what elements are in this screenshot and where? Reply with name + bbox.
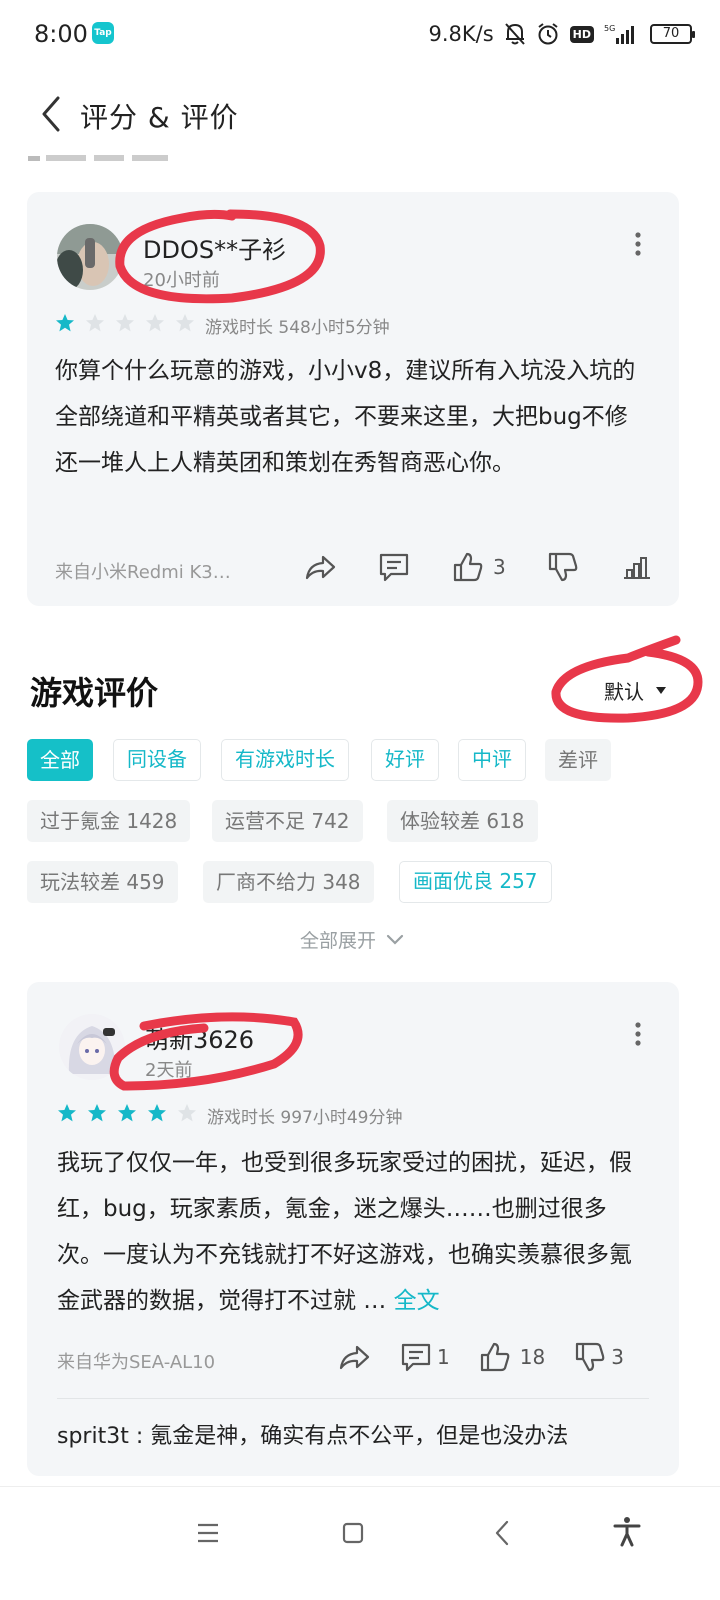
review-text[interactable]: 你算个什么玩意的游戏，小小v8，建议所有入坑没入坑的全部绕道和平精英或者其它，不…	[55, 348, 645, 486]
tag-chip[interactable]: 厂商不给力 348	[203, 861, 374, 903]
network-speed: 9.8K/s	[428, 22, 494, 46]
play-time: 游戏时长 548小时5分钟	[205, 318, 390, 338]
star-filled-icon	[88, 1104, 106, 1122]
review-text[interactable]: 我玩了仅仅一年，也受到很多玩家受过的困扰，延迟，假红，bug，玩家素质，氪金，迷…	[57, 1140, 647, 1324]
device-source: 来自华为SEA-AL10	[57, 1352, 216, 1373]
filter-chip-play-time[interactable]: 有游戏时长	[221, 739, 349, 781]
like-count: 18	[519, 1345, 546, 1369]
hd-icon: HD	[569, 25, 594, 43]
tag-chip[interactable]: 过于氪金 1428	[27, 800, 191, 842]
share-icon[interactable]	[337, 1340, 371, 1374]
comment-icon	[401, 1343, 431, 1372]
tag-chip[interactable]: 运营不足 742	[212, 800, 363, 842]
star-empty-icon	[178, 1104, 196, 1122]
review-body: 我玩了仅仅一年，也受到很多玩家受过的困扰，延迟，假红，bug，玩家素质，氪金，迷…	[57, 1150, 632, 1314]
review-card-featured[interactable]: DDOS**子衫 20小时前 游戏时长 548小时5分钟 你算个什么玩意的游戏，…	[27, 192, 679, 606]
share-icon[interactable]	[303, 550, 337, 584]
star-empty-icon	[146, 314, 164, 332]
filter-chip-positive[interactable]: 好评	[371, 739, 439, 781]
status-bar: 8:00 Tap 9.8K/s HD 5G 70	[0, 0, 720, 68]
review-time: 20小时前	[143, 270, 220, 291]
tag-chip[interactable]: 玩法较差 459	[27, 861, 178, 903]
thumbs-down-icon	[576, 1342, 605, 1372]
mute-bell-icon	[504, 23, 525, 45]
review-actions: 1 18 3	[337, 1340, 624, 1374]
star-filled-icon	[118, 1104, 136, 1122]
filter-chip-all[interactable]: 全部	[27, 739, 93, 781]
play-time: 游戏时长 997小时49分钟	[207, 1108, 403, 1128]
back-icon[interactable]	[487, 1517, 519, 1549]
alarm-clock-icon	[538, 23, 558, 45]
star-rating	[57, 1103, 197, 1123]
star-empty-icon	[116, 314, 134, 332]
expand-all-button[interactable]: 全部展开	[300, 926, 404, 953]
status-icons: 9.8K/s HD 5G 70	[428, 20, 695, 48]
star-filled-icon	[56, 314, 74, 332]
battery-icon: 70	[650, 24, 695, 44]
accessibility-icon[interactable]	[611, 1515, 643, 1547]
signal-5g-icon: 5G	[604, 24, 634, 44]
reply-username[interactable]: sprit3t	[57, 1424, 129, 1449]
review-time: 2天前	[145, 1060, 193, 1081]
scrolled-content-edge	[28, 155, 168, 161]
thumbs-up-icon	[453, 552, 483, 582]
svg-text:5G: 5G	[604, 24, 615, 33]
filter-chip-neutral[interactable]: 中评	[458, 739, 526, 781]
sort-dropdown[interactable]: 默认	[604, 676, 666, 705]
comment-button[interactable]: 1	[399, 1340, 450, 1374]
username[interactable]: DDOS**子衫	[143, 230, 286, 265]
divider	[57, 1398, 649, 1399]
like-button[interactable]: 3	[451, 550, 506, 584]
device-source: 来自小米Redmi K3…	[55, 562, 231, 583]
reply-text: 氪金是神，确实有点不公平，但是也没办法	[150, 1424, 569, 1449]
expand-all-label: 全部展开	[300, 930, 377, 952]
star-filled-icon	[148, 1104, 166, 1122]
full-text-link[interactable]: 全文	[394, 1288, 440, 1314]
thumbs-down-icon[interactable]	[546, 550, 580, 584]
like-button[interactable]: 18	[478, 1340, 545, 1374]
review-actions: 3	[303, 550, 654, 584]
star-empty-icon	[86, 314, 104, 332]
thumbs-up-icon	[480, 1342, 510, 1372]
status-time: 8:00	[34, 20, 88, 48]
star-filled-icon	[58, 1104, 76, 1122]
avatar[interactable]	[57, 224, 123, 290]
tap-app-icon: Tap	[92, 22, 114, 44]
reply-preview[interactable]: sprit3t : 氪金是神，确实有点不公平，但是也没办法	[57, 1418, 568, 1450]
top-bar: 评分 & 评价	[0, 80, 720, 150]
section-title: 游戏评价	[30, 674, 159, 712]
sort-label: 默认	[604, 680, 644, 704]
star-empty-icon	[176, 314, 194, 332]
caret-down-icon	[656, 687, 666, 694]
username[interactable]: 萌新3626	[145, 1020, 254, 1055]
back-arrow-icon[interactable]	[36, 94, 68, 134]
avatar[interactable]	[59, 1014, 125, 1080]
like-count: 3	[493, 555, 506, 579]
home-square-icon[interactable]	[337, 1517, 369, 1549]
more-options-icon[interactable]	[633, 230, 643, 258]
chevron-down-icon	[386, 934, 404, 945]
stats-icon[interactable]	[620, 550, 654, 584]
tag-chip-positive[interactable]: 画面优良 257	[399, 861, 552, 903]
menu-icon[interactable]	[192, 1517, 224, 1549]
filter-chip-same-device[interactable]: 同设备	[113, 739, 201, 781]
filter-chip-negative[interactable]: 差评	[545, 739, 611, 781]
tag-chip[interactable]: 体验较差 618	[387, 800, 538, 842]
review-card[interactable]: 萌新3626 2天前 游戏时长 997小时49分钟 我玩了仅仅一年，也受到很多玩…	[27, 982, 679, 1476]
comment-count: 1	[437, 1345, 450, 1369]
page-title: 评分 & 评价	[80, 101, 239, 134]
dislike-button[interactable]: 3	[573, 1340, 624, 1374]
comment-icon[interactable]	[377, 550, 411, 584]
star-rating	[55, 313, 195, 333]
system-nav-bar	[0, 1486, 720, 1600]
more-options-icon[interactable]	[633, 1020, 643, 1048]
dislike-count: 3	[611, 1345, 624, 1369]
